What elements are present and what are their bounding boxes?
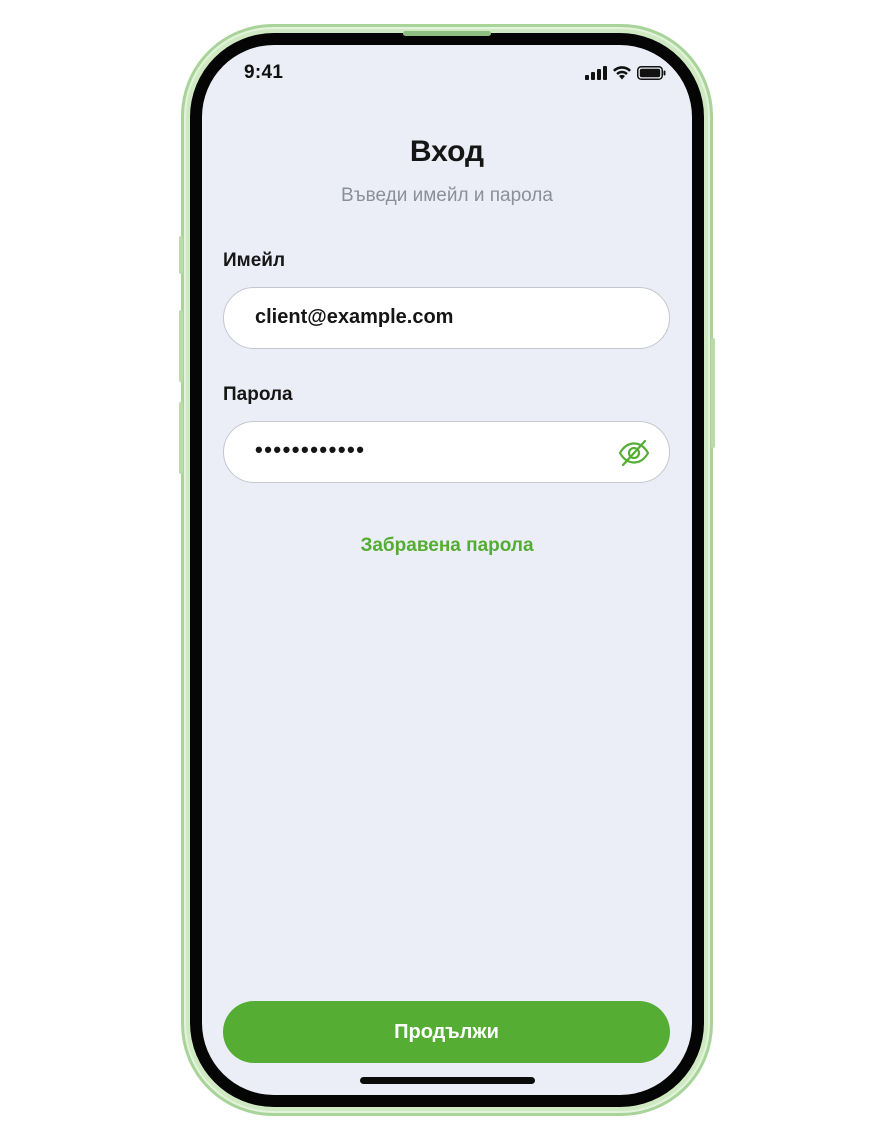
eye-slash-icon bbox=[618, 439, 650, 467]
password-value: •••••••••••• bbox=[255, 437, 366, 462]
page-subtitle: Въведи имейл и парола bbox=[341, 185, 553, 206]
cellular-signal-icon bbox=[585, 65, 607, 80]
volume-down-button bbox=[179, 402, 183, 474]
page-title: Вход bbox=[409, 135, 485, 168]
status-time: 9:41 bbox=[244, 62, 284, 83]
power-button bbox=[711, 338, 715, 448]
wifi-icon bbox=[613, 66, 631, 80]
forgot-password-link[interactable]: Забравена парола bbox=[202, 535, 692, 557]
email-field[interactable]: client@example.com bbox=[223, 287, 670, 349]
email-label: Имейл bbox=[223, 250, 286, 271]
password-label: Парола bbox=[223, 384, 293, 405]
continue-button-label: Продължи bbox=[394, 1020, 499, 1043]
home-indicator[interactable] bbox=[360, 1077, 535, 1084]
screen: 9:41 Вход Въведи имейл и парола Имейл cl… bbox=[202, 45, 692, 1095]
continue-button[interactable]: Продължи bbox=[223, 1001, 670, 1063]
status-icons bbox=[585, 65, 666, 80]
volume-up-button bbox=[179, 310, 183, 382]
battery-icon bbox=[637, 65, 666, 80]
email-value: client@example.com bbox=[255, 306, 454, 328]
toggle-password-visibility-button[interactable] bbox=[617, 436, 651, 470]
action-button bbox=[179, 236, 183, 274]
password-field[interactable]: •••••••••••• bbox=[223, 421, 670, 483]
speaker-slot bbox=[403, 31, 491, 36]
